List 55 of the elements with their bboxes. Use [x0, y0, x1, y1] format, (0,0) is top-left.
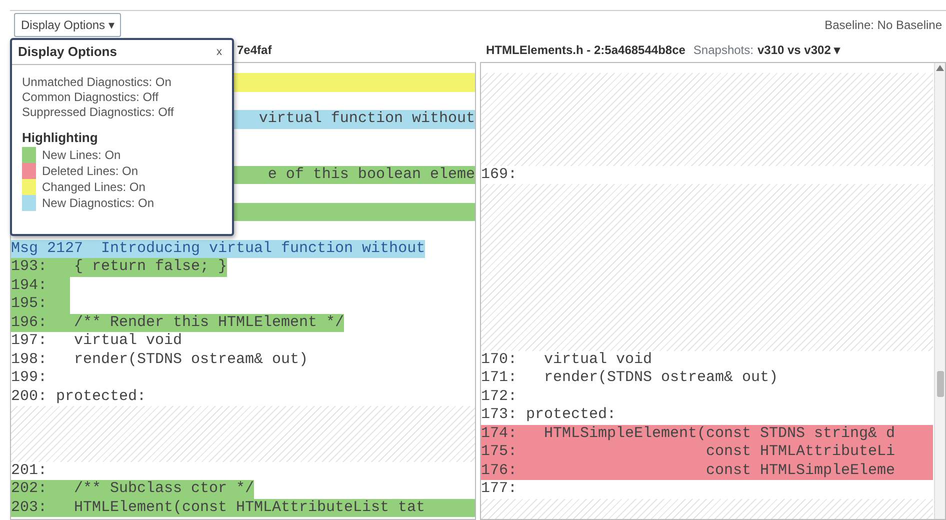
code-text: protected: — [526, 406, 616, 424]
line-number: 194: — [11, 276, 48, 295]
line-number: 203: — [11, 498, 48, 517]
legend-label: New Lines: On — [42, 147, 121, 164]
line-number: 170: — [480, 350, 518, 369]
option-text: Suppressed Diagnostics: Off — [22, 104, 175, 120]
scrollbar[interactable] — [934, 63, 945, 519]
baseline-label: Baseline: No Baseline — [824, 16, 943, 34]
scroll-up-icon[interactable] — [936, 65, 944, 71]
line-number: 196: — [11, 314, 48, 332]
option-text: Unmatched Diagnostics: On — [22, 74, 172, 90]
line-number: 197: — [11, 332, 48, 350]
line-number: 175: — [480, 443, 518, 462]
code-text: e of this boolean eleme — [268, 166, 475, 184]
file-title: HTMLElements.h - 2:5a468544b8ce — [486, 42, 686, 59]
legend-label: Deleted Lines: On — [42, 163, 138, 180]
display-options-dropdown[interactable]: Display Options ▾ — [14, 12, 122, 36]
line-number: 199: — [11, 369, 48, 388]
line-number: 169: — [480, 166, 518, 184]
legend-label: New Diagnostics: On — [42, 195, 154, 212]
code-text: virtual void — [542, 350, 652, 369]
snapshots-dropdown[interactable]: v310 vs v302 ▾ — [757, 41, 840, 59]
line-number: 198: — [11, 350, 48, 369]
code-text: { return false; } — [73, 258, 228, 276]
code-text: /** Render this HTMLElement */ — [73, 314, 344, 332]
code-text: virtual void — [73, 332, 182, 350]
line-number: 173: — [480, 406, 518, 424]
line-number: 201: — [11, 462, 48, 480]
line-number: 172: — [480, 388, 518, 406]
code-text: /** Subclass ctor */ — [73, 480, 254, 498]
line-number: 195: — [11, 295, 48, 314]
line-number: 176: — [480, 462, 518, 480]
scroll-thumb[interactable] — [937, 371, 944, 397]
diagnostic-message: Msg 2127 Introducing virtual function without — [11, 240, 426, 258]
popup-title: Display Options — [18, 43, 117, 61]
line-number: 200: — [11, 388, 48, 406]
line-number: 202: — [11, 480, 48, 498]
line-number: 193: — [11, 258, 48, 276]
code-text: const HTMLSimpleEleme — [704, 462, 896, 480]
code-text: render(STDNS ostream& out) — [542, 369, 778, 388]
code-text: render(STDNS ostream& out) — [73, 350, 308, 369]
section-heading: Highlighting — [22, 128, 99, 147]
code-text: const HTMLAttributeLi — [704, 443, 896, 462]
line-number: 171: — [480, 369, 518, 388]
legend-label: Changed Lines: On — [42, 179, 146, 196]
line-number: 177: — [480, 480, 518, 498]
close-button[interactable]: x — [212, 42, 226, 62]
file-title: 7e4faf — [237, 43, 272, 57]
code-text: virtual function without — [258, 110, 475, 128]
code-text: protected: — [56, 388, 146, 406]
code-text: HTMLSimpleElement(const STDNS string& d — [542, 424, 896, 443]
option-text: Common Diagnostics: Off — [22, 90, 160, 104]
snapshots-label: Snapshots: — [693, 42, 754, 59]
code-text: HTMLElement(const HTMLAttributeList tat — [73, 498, 426, 517]
line-number: 174: — [480, 424, 518, 443]
